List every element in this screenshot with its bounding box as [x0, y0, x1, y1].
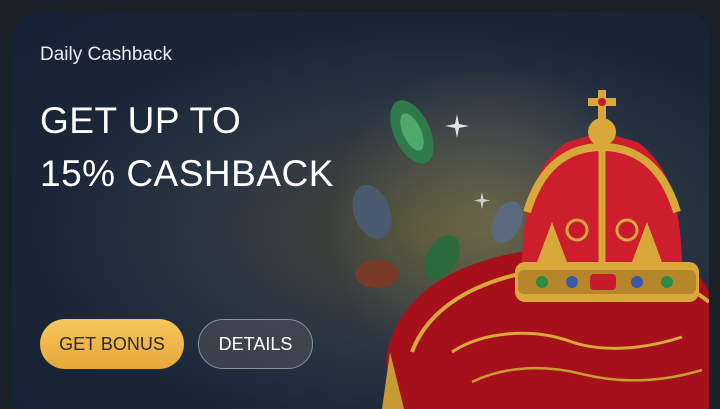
- crown-illustration: [352, 90, 709, 409]
- headline-line-1: GET UP TO: [40, 100, 242, 141]
- details-button[interactable]: DETAILS: [198, 319, 313, 369]
- promo-headline: GET UP TO 15% CASHBACK: [40, 94, 334, 200]
- gem-icon: [491, 201, 523, 243]
- gem-icon: [390, 100, 434, 164]
- promo-subtitle: Daily Cashback: [40, 44, 172, 65]
- gem-icon: [352, 184, 392, 240]
- crown-icon: [515, 90, 699, 302]
- sparkle-icon: [445, 114, 490, 209]
- get-bonus-button[interactable]: GET BONUS: [40, 319, 184, 369]
- promo-banner: Daily Cashback GET UP TO 15% CASHBACK GE…: [12, 12, 709, 409]
- gem-icon: [355, 260, 399, 288]
- headline-line-2: 15% CASHBACK: [40, 153, 334, 194]
